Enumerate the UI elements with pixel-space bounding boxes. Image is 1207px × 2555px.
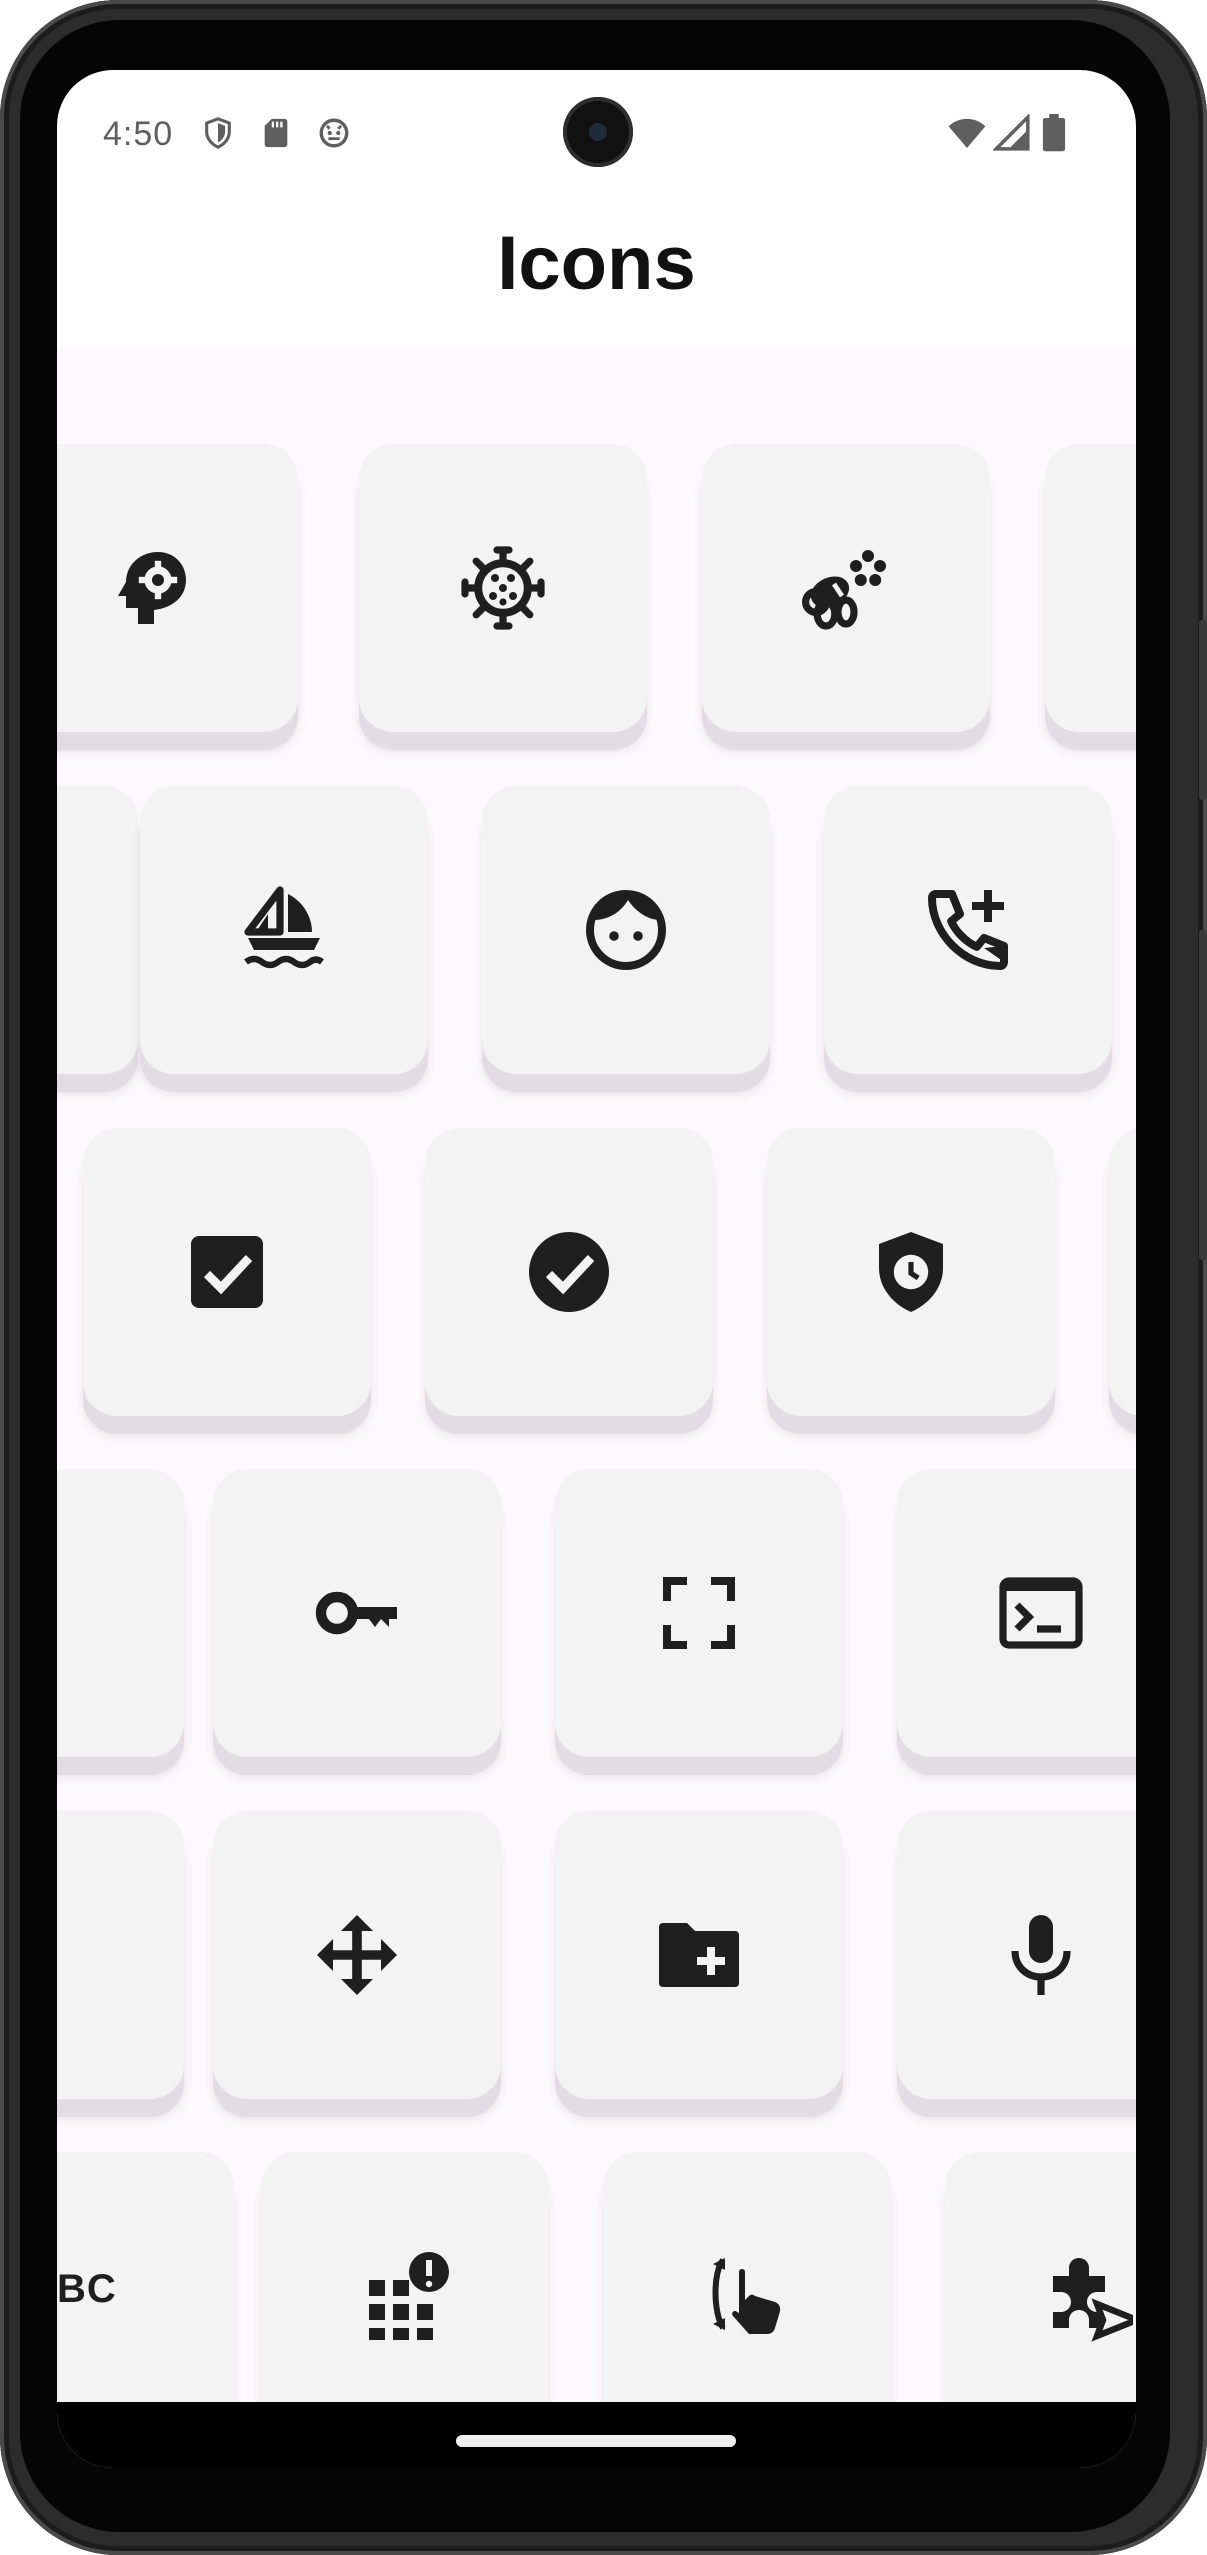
- icon-tile-partial[interactable]: [57, 786, 138, 1074]
- icon-tile-create-new-folder[interactable]: [555, 1811, 843, 2099]
- icon-tile-terminal[interactable]: [897, 1469, 1136, 1757]
- open-with-icon: [317, 1915, 397, 1995]
- app-registration-icon: [369, 2252, 449, 2340]
- icon-tile-extension-send[interactable]: [945, 2152, 1136, 2402]
- icon-tile-vpn-key[interactable]: [213, 1469, 501, 1757]
- add-call-icon: [928, 890, 1008, 970]
- volume-button: [1199, 930, 1207, 1260]
- icon-tile-emoji-nature[interactable]: [702, 444, 990, 732]
- mic-icon: [1011, 1915, 1071, 1995]
- status-bar: 4:50: [57, 70, 1136, 200]
- home-indicator[interactable]: [456, 2435, 736, 2447]
- power-button: [1199, 620, 1207, 800]
- terminal-icon: [999, 1577, 1083, 1649]
- icon-tile-sailing[interactable]: [140, 786, 428, 1074]
- crop-free-icon: [663, 1577, 735, 1649]
- device-frame: 4:50 Icons BC: [0, 0, 1207, 2555]
- icon-tile-check-circle[interactable]: [425, 1128, 713, 1416]
- coronavirus-icon: [461, 546, 545, 630]
- sailing-icon: [244, 886, 324, 969]
- screen: 4:50 Icons BC: [57, 70, 1136, 2468]
- icon-tile-crop-free[interactable]: [555, 1469, 843, 1757]
- wifi-icon: [948, 118, 986, 148]
- icon-tile-abc[interactable]: BC: [57, 2152, 234, 2402]
- icon-tile-psychology[interactable]: [57, 444, 298, 732]
- signal-icon: [993, 114, 1030, 151]
- psychology-icon: [118, 552, 186, 624]
- icon-tile-open-with[interactable]: [213, 1811, 501, 2099]
- check-box-icon: [191, 1236, 263, 1308]
- icon-tile-mic[interactable]: [897, 1811, 1136, 2099]
- abc-icon: BC: [57, 2267, 117, 2311]
- status-time: 4:50: [103, 115, 174, 153]
- create-new-folder-icon: [659, 1923, 739, 1987]
- icon-tile-partial[interactable]: [57, 1469, 184, 1757]
- icon-tile-coronavirus[interactable]: [359, 444, 647, 732]
- page-title: Icons: [497, 221, 696, 306]
- emoji-nature-icon: [802, 550, 886, 630]
- gpp-maybe-clock-icon: [879, 1232, 943, 1312]
- check-circle-icon: [529, 1232, 609, 1312]
- icon-tile-partial[interactable]: [1045, 444, 1136, 732]
- battery-icon: [1042, 114, 1066, 152]
- icon-tile-gpp-clock[interactable]: [767, 1128, 1055, 1416]
- front-camera: [563, 97, 633, 167]
- sd-card-icon: [264, 118, 288, 148]
- icon-tile-swipe-vertical[interactable]: [603, 2152, 891, 2402]
- swipe-vertical-icon: [712, 2258, 781, 2334]
- icon-tile-check-box[interactable]: [83, 1128, 371, 1416]
- extension-send-icon: [1053, 2258, 1133, 2342]
- icon-tile-partial[interactable]: [1109, 1128, 1136, 1416]
- icon-tile-partial[interactable]: [57, 1811, 184, 2099]
- icon-tile-face[interactable]: [482, 786, 770, 1074]
- android-debug-icon: [319, 118, 349, 148]
- icon-grid: BC: [57, 348, 1136, 2402]
- face-icon: [586, 890, 666, 970]
- icon-tile-app-registration[interactable]: [261, 2152, 549, 2402]
- icon-tile-add-call[interactable]: [824, 786, 1112, 1074]
- shield-icon: [205, 117, 231, 149]
- vpn-key-icon: [315, 1591, 397, 1635]
